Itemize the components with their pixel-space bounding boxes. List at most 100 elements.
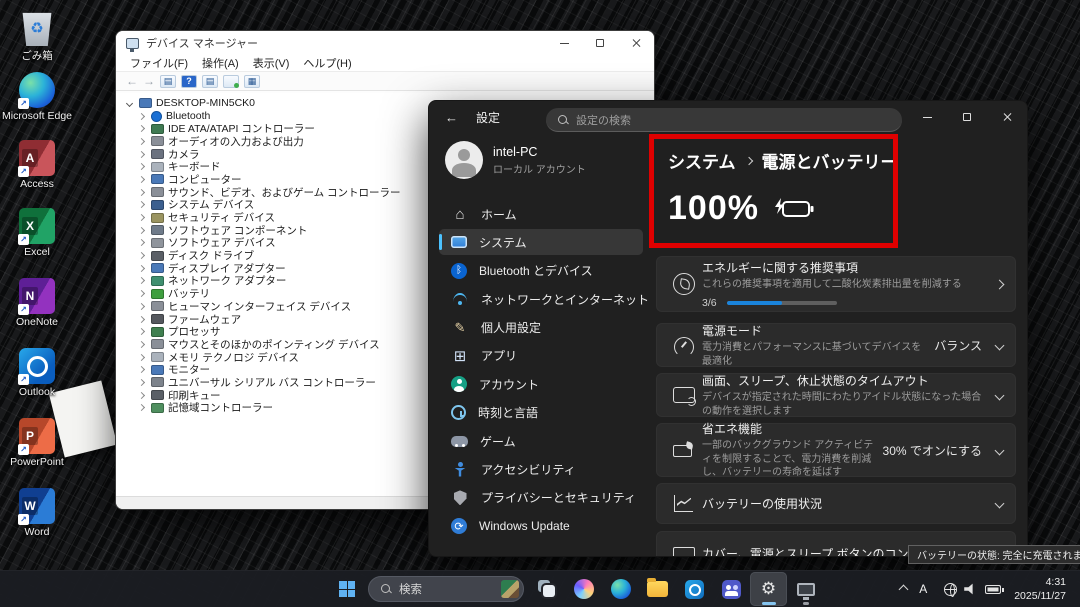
edge-icon: ↗	[19, 72, 55, 108]
chevron-collapsed-icon[interactable]	[138, 341, 145, 348]
taskbar-icon-file-explorer[interactable]	[639, 572, 676, 606]
scan-hardware-icon[interactable]	[223, 75, 239, 88]
properties-icon[interactable]: ▤	[202, 75, 218, 88]
card-energy-leaf[interactable]: エネルギーに関する推奨事項これらの推奨事項を適用して二酸化炭素排出量を削減する3…	[656, 256, 1016, 312]
settings-title: 設定	[476, 109, 500, 126]
chevron-down-icon[interactable]	[995, 390, 1005, 400]
desktop-icon-onenote[interactable]: N↗OneNote	[6, 278, 68, 328]
chevron-collapsed-icon[interactable]	[138, 163, 145, 170]
close-button[interactable]	[618, 31, 654, 55]
chevron-collapsed-icon[interactable]	[138, 366, 145, 373]
desktop-icon-edge[interactable]: ↗Microsoft Edge	[6, 72, 68, 122]
chevron-collapsed-icon[interactable]	[138, 290, 145, 297]
breadcrumb-parent[interactable]: システム	[668, 148, 736, 173]
taskbar-search-input[interactable]: 検索	[368, 576, 524, 602]
chevron-down-icon[interactable]	[995, 499, 1005, 509]
taskbar-icon-edge[interactable]	[602, 572, 639, 606]
chevron-collapsed-icon[interactable]	[138, 239, 145, 246]
sidebar-item-label: アカウント	[479, 376, 539, 393]
windows-logo-icon	[339, 581, 355, 597]
tree-item-label: 記憶域コントローラー	[168, 400, 273, 415]
chevron-collapsed-icon[interactable]	[138, 265, 145, 272]
sidebar-item-personalization[interactable]: 個人用設定	[439, 315, 643, 341]
desktop-icon-powerpoint[interactable]: P↗PowerPoint	[6, 418, 68, 468]
clock[interactable]: 4:31 2025/11/27	[1014, 575, 1070, 603]
taskbar-icon-copilot[interactable]	[565, 572, 602, 606]
taskbar-icon-outlook[interactable]	[676, 572, 713, 606]
chevron-collapsed-icon[interactable]	[138, 151, 145, 158]
chevron-collapsed-icon[interactable]	[138, 138, 145, 145]
desktop-icon-outlook[interactable]: ↗Outlook	[6, 348, 68, 398]
menu-item[interactable]: ファイル(F)	[124, 55, 194, 71]
sidebar-item-network[interactable]: ネットワークとインターネット	[439, 286, 643, 312]
desktop-icon-excel[interactable]: X↗Excel	[6, 208, 68, 258]
maximize-button[interactable]	[582, 31, 618, 55]
menu-item[interactable]: 操作(A)	[196, 55, 245, 71]
sidebar-item-update[interactable]: Windows Update	[439, 513, 643, 539]
card-power-mode[interactable]: 電源モード電力消費とパフォーマンスに基づいてデバイスを最適化バランス	[656, 323, 1016, 367]
tray-status-group[interactable]	[937, 578, 1008, 601]
chevron-collapsed-icon[interactable]	[138, 379, 145, 386]
settings-search-input[interactable]: 設定の検索	[546, 108, 902, 132]
help-icon[interactable]: ?	[181, 75, 197, 88]
ime-indicator[interactable]: A	[919, 582, 927, 596]
back-icon[interactable]: ←	[126, 75, 138, 87]
start-button[interactable]	[330, 574, 364, 604]
desktop-icon-recycle-bin[interactable]: ごみ箱	[6, 10, 68, 63]
chevron-collapsed-icon[interactable]	[138, 315, 145, 322]
minimize-button[interactable]	[546, 31, 582, 55]
chevron-collapsed-icon[interactable]	[138, 277, 145, 284]
account-block[interactable]: intel-PC ローカル アカウント	[445, 141, 586, 179]
taskbar-icon-settings[interactable]	[750, 572, 787, 606]
menu-item[interactable]: ヘルプ(H)	[297, 55, 357, 71]
chevron-collapsed-icon[interactable]	[138, 354, 145, 361]
chevron-collapsed-icon[interactable]	[138, 214, 145, 221]
sidebar-item-accessibility[interactable]: アクセシビリティ	[439, 457, 643, 483]
sidebar-item-accounts[interactable]: アカウント	[439, 371, 643, 397]
card-battery-usage[interactable]: バッテリーの使用状況	[656, 483, 1016, 524]
chevron-collapsed-icon[interactable]	[138, 404, 145, 411]
taskbar-icon-task-view[interactable]	[528, 572, 565, 606]
sidebar-item-time[interactable]: 時刻と言語	[439, 400, 643, 426]
sidebar-item-bluetooth[interactable]: Bluetooth とデバイス	[439, 258, 643, 284]
desktop-icon-access[interactable]: A↗Access	[6, 140, 68, 190]
card-value[interactable]: バランス	[934, 337, 982, 354]
sidebar-item-privacy[interactable]: プライバシーとセキュリティ	[439, 485, 643, 511]
chevron-collapsed-icon[interactable]	[138, 189, 145, 196]
chevron-collapsed-icon[interactable]	[138, 201, 145, 208]
chevron-collapsed-icon[interactable]	[138, 328, 145, 335]
chevron-down-icon[interactable]	[995, 340, 1005, 350]
card-energy-saver[interactable]: 省エネ機能一部のバックグラウンド アクティビティを制限することで、電力消費を削減…	[656, 423, 1016, 477]
minimize-button[interactable]	[907, 101, 947, 133]
taskbar-icon-device-manager[interactable]	[787, 572, 824, 606]
menu-item[interactable]: 表示(V)	[247, 55, 296, 71]
chevron-collapsed-icon[interactable]	[138, 227, 145, 234]
devices-icon[interactable]: ▦	[244, 75, 260, 88]
card-screen-timeout[interactable]: 画面、スリープ、休止状態のタイムアウトデバイスが指定された時間にわたりアイドル状…	[656, 373, 1016, 417]
chevron-collapsed-icon[interactable]	[138, 303, 145, 310]
back-arrow-icon[interactable]: ←	[445, 110, 458, 125]
battery-tooltip: バッテリーの状態: 完全に充電されました 100%	[908, 545, 1080, 564]
hidden-icons-chevron-icon[interactable]	[899, 584, 909, 594]
chevron-collapsed-icon[interactable]	[138, 252, 145, 259]
chevron-right-icon[interactable]	[995, 279, 1005, 289]
memory-icon	[151, 352, 164, 362]
chevron-collapsed-icon[interactable]	[138, 125, 145, 132]
console-tree-icon[interactable]: ▤	[160, 75, 176, 88]
sidebar-item-home[interactable]: ホーム	[439, 201, 643, 227]
chevron-collapsed-icon[interactable]	[138, 112, 145, 119]
close-button[interactable]	[987, 101, 1027, 133]
chevron-expanded-icon[interactable]	[126, 100, 133, 107]
chevron-down-icon[interactable]	[995, 445, 1005, 455]
sidebar-item-gaming[interactable]: ゲーム	[439, 428, 643, 454]
sidebar-item-apps[interactable]: アプリ	[439, 343, 643, 369]
desktop-icon-word[interactable]: W↗Word	[6, 488, 68, 538]
sidebar-item-label: アクセシビリティ	[481, 461, 576, 478]
forward-icon[interactable]: →	[143, 75, 155, 87]
taskbar-icon-teams[interactable]	[713, 572, 750, 606]
chevron-collapsed-icon[interactable]	[138, 392, 145, 399]
sidebar-item-system[interactable]: システム	[439, 229, 643, 255]
maximize-button[interactable]	[947, 101, 987, 133]
chevron-collapsed-icon[interactable]	[138, 176, 145, 183]
card-value[interactable]: 30% でオンにする	[883, 442, 982, 459]
